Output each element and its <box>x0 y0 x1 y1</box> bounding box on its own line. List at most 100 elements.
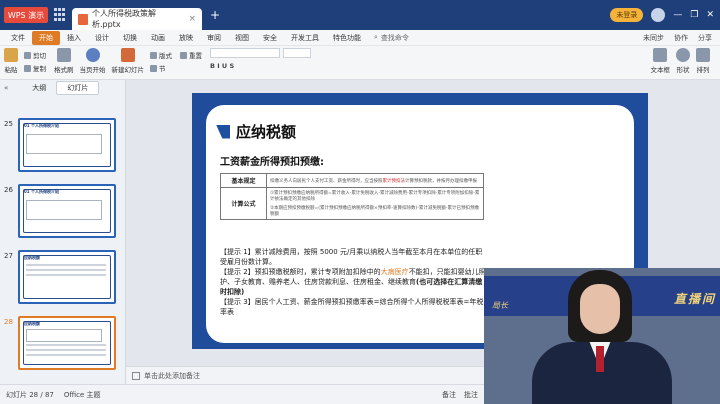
layout-button[interactable]: 版式 <box>150 50 172 60</box>
tab-slides[interactable]: 幻灯片 <box>56 81 100 95</box>
slide-notes-text[interactable]: 【提示 1】累计减除费用，按照 5000 元/月乘以纳税人当年截至本月在本单位的… <box>220 247 488 317</box>
reset-label: 重置 <box>189 52 202 60</box>
menu-item-view[interactable]: 视图 <box>228 31 256 45</box>
play-from-current-button[interactable]: 当页开始 <box>80 48 106 74</box>
document-tab[interactable]: 个人所得税政策解析.pptx × <box>72 8 202 30</box>
menu-item-security[interactable]: 安全 <box>256 31 284 45</box>
reset-button[interactable]: 重置 <box>180 50 202 60</box>
thumb-number: 27 <box>4 252 13 260</box>
table-row: 计算公式 ①累计预扣预缴应纳税所得额=累计收入-累计免税收入-累计减除费用-累计… <box>220 187 484 220</box>
note-1: 【提示 1】累计减除费用，按照 5000 元/月乘以纳税人当年截至本月在本单位的… <box>220 248 483 266</box>
thumb-title: 01 个人所得税介绍 <box>24 189 59 194</box>
menu-item-insert[interactable]: 插入 <box>60 31 88 45</box>
menu-item-file[interactable]: 文件 <box>4 31 32 45</box>
apps-grid-icon[interactable] <box>54 8 68 22</box>
collaborate-button[interactable]: 协作 <box>674 33 688 43</box>
section-icon <box>150 64 157 72</box>
status-bar: 幻灯片 28 / 87 Office 主题 备注 批注 <box>0 384 484 404</box>
menu-item-slideshow[interactable]: 放映 <box>172 31 200 45</box>
ribbon-toolbar: 粘贴 剪切 复制 格式刷 当页开始 新建幻灯片 版式 节 重置 B I U S … <box>0 46 720 80</box>
formula-line: ①累计预扣预缴应纳税所得额=累计收入-累计免税收入-累计减除费用-累计专项扣除-… <box>270 191 480 202</box>
thumb-number: 28 <box>4 318 13 326</box>
slide-thumbnail[interactable]: 应纳税额 <box>18 250 116 304</box>
tab-outline[interactable]: 大纲 <box>22 82 56 94</box>
tax-rule-table[interactable]: 基本规定 扣缴义务人向居民个人支付工资、薪金所得时，应当按照累计预扣法计算预扣税… <box>220 173 484 220</box>
share-button[interactable]: 分享 <box>698 33 712 43</box>
slide-count: 幻灯片 28 / 87 <box>6 390 54 399</box>
table-header-cell: 基本规定 <box>220 173 267 188</box>
slide-thumb-25[interactable]: 25 01 个人所得税介绍 <box>4 118 116 172</box>
slide-thumbnail[interactable]: 01 个人所得税介绍 <box>18 184 116 238</box>
login-button[interactable]: 未登录 <box>610 8 644 22</box>
banner-right-text: 直播间 <box>673 292 716 306</box>
maximize-icon[interactable]: ❐ <box>690 10 698 20</box>
speaker-notes-bar[interactable]: 单击此处添加备注 <box>126 366 484 384</box>
slide-thumbnail-current[interactable]: 应纳税额 <box>18 316 116 370</box>
comment-toggle-button[interactable]: 批注 <box>464 390 478 400</box>
wps-logo[interactable]: WPS 演示 <box>4 7 48 23</box>
minimize-icon[interactable]: — <box>673 10 682 20</box>
paste-label: 粘贴 <box>4 66 18 74</box>
shape-button[interactable]: 形状 <box>676 48 690 74</box>
font-size-select[interactable] <box>283 48 311 58</box>
cut-button[interactable]: 剪切 <box>24 50 46 60</box>
pptx-file-icon <box>78 13 88 25</box>
notes-toggle-button[interactable]: 备注 <box>442 390 456 400</box>
thumb-number: 25 <box>4 120 13 128</box>
menu-item-animation[interactable]: 动画 <box>144 31 172 45</box>
presenter-tie <box>596 346 604 372</box>
notes-placeholder[interactable]: 单击此处添加备注 <box>144 371 200 381</box>
close-window-icon[interactable]: ✕ <box>706 10 714 20</box>
new-slide-button[interactable]: 新建幻灯片 <box>111 48 145 74</box>
presenter-face <box>580 284 620 334</box>
close-tab-icon[interactable]: × <box>188 14 196 24</box>
arrange-button[interactable]: 排列 <box>696 48 710 74</box>
font-family-select[interactable] <box>210 48 280 58</box>
menu-item-design[interactable]: 设计 <box>88 31 116 45</box>
new-tab-icon[interactable]: + <box>210 8 220 22</box>
banner-left-text: 局长 <box>492 301 508 310</box>
command-search-label: 查找命令 <box>380 33 409 42</box>
cell-highlight: 累计预扣法 <box>382 178 406 184</box>
table-cell: 扣缴义务人向居民个人支付工资、薪金所得时，应当按照累计预扣法计算预扣税款，并按月… <box>266 173 484 188</box>
paste-button[interactable]: 粘贴 <box>4 48 18 74</box>
menu-item-home[interactable]: 开始 <box>32 30 60 45</box>
textbox-label: 文本框 <box>650 66 671 74</box>
play-icon <box>85 48 100 62</box>
format-painter-button[interactable]: 格式刷 <box>54 48 74 74</box>
menu-item-features[interactable]: 特色功能 <box>326 31 368 45</box>
thumb-title: 01 个人所得税介绍 <box>24 123 59 128</box>
title-bar: WPS 演示 个人所得税政策解析.pptx × + 未登录 — ❐ ✕ <box>0 0 720 30</box>
collapse-panel-icon[interactable]: « <box>4 84 8 92</box>
menu-item-review[interactable]: 审阅 <box>200 31 228 45</box>
slide-title[interactable]: 应纳税额 <box>216 121 296 142</box>
new-slide-icon <box>120 48 135 62</box>
document-tab-label: 个人所得税政策解析.pptx <box>91 9 156 29</box>
sync-status[interactable]: 未同步 <box>643 33 664 43</box>
copy-label: 复制 <box>33 65 46 73</box>
paste-icon <box>4 48 18 62</box>
scissors-icon <box>24 51 31 59</box>
menu-item-developer[interactable]: 开发工具 <box>284 31 326 45</box>
section-button[interactable]: 节 <box>150 63 172 73</box>
slide-thumb-26[interactable]: 26 01 个人所得税介绍 <box>4 184 116 238</box>
avatar[interactable] <box>651 8 666 22</box>
textbox-icon <box>653 48 668 62</box>
copy-button[interactable]: 复制 <box>24 63 46 73</box>
command-search[interactable]: ⌕ 查找命令 <box>374 33 409 43</box>
menu-bar: 文件 开始 插入 设计 切换 动画 放映 审阅 视图 安全 开发工具 特色功能 … <box>0 30 720 46</box>
layout-icon <box>150 51 157 59</box>
textbox-button[interactable]: 文本框 <box>650 48 671 74</box>
new-slide-label: 新建幻灯片 <box>111 66 145 74</box>
menu-item-transition[interactable]: 切换 <box>116 31 144 45</box>
slide-thumbnail[interactable]: 01 个人所得税介绍 <box>18 118 116 172</box>
note-2: 【提示 2】预扣预缴税额时，累计专项附加扣除中的大病医疗不能扣，只能扣婴幼儿照护… <box>220 267 488 297</box>
thumb-number: 26 <box>4 186 13 194</box>
shape-icon <box>676 48 690 62</box>
slide-thumb-27[interactable]: 27 应纳税额 <box>4 250 116 304</box>
table-cell: ①累计预扣预缴应纳税所得额=累计收入-累计免税收入-累计减除费用-累计专项扣除-… <box>266 187 484 220</box>
slide-thumb-28[interactable]: 28 应纳税额 <box>4 316 116 370</box>
slide-subtitle[interactable]: 工资薪金所得预扣预缴: <box>220 153 324 168</box>
font-style-buttons[interactable]: B I U S <box>210 62 314 70</box>
cell-text: 扣缴义务人向居民个人支付工资、薪金所得时，应当按照 <box>270 178 383 184</box>
